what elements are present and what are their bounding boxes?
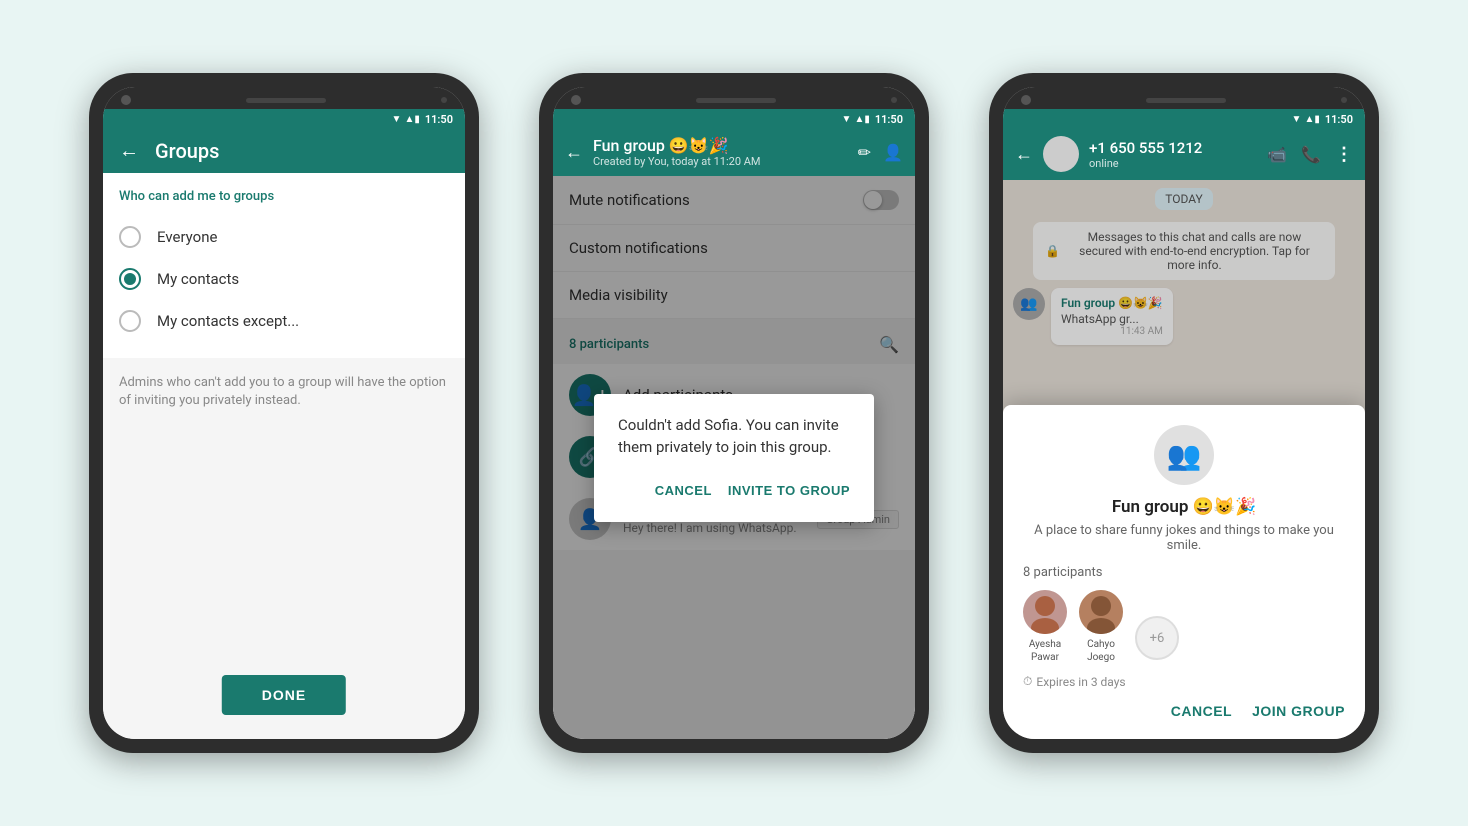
invite-expiry: ⏱ Expires in 3 days	[1023, 674, 1345, 689]
settings-note: Admins who can't add you to a group will…	[103, 358, 465, 426]
chat-header-icons: 📹 📞 ⋮	[1267, 144, 1353, 165]
speaker-bar-2	[696, 98, 776, 103]
dialog-text: Couldn't add Sofia. You can invite them …	[618, 414, 850, 459]
camera-dot-3	[1021, 95, 1031, 105]
signal-icon-2: ▲▮	[854, 114, 869, 125]
wifi-icon-3: ▼	[1292, 114, 1302, 125]
radio-my-contacts[interactable]	[119, 268, 141, 290]
phones-container: ▼ ▲▮ 11:50 ← Groups Who can add me to gr…	[89, 73, 1379, 753]
sensor-dot-3	[1341, 97, 1347, 103]
groups-content: Who can add me to groups Everyone My con…	[103, 173, 465, 739]
invite-group-icon: 👥	[1154, 425, 1214, 485]
done-btn-area: DONE	[222, 675, 346, 715]
back-button[interactable]: ←	[119, 138, 139, 163]
back-button-2[interactable]: ←	[565, 142, 583, 163]
everyone-label: Everyone	[157, 228, 217, 246]
option-everyone[interactable]: Everyone	[119, 216, 449, 258]
groups-header: ← Groups	[103, 128, 465, 173]
option-my-contacts[interactable]: My contacts	[119, 258, 449, 300]
status-bar-3: ▼ ▲▮ 11:50	[1003, 109, 1365, 128]
more-icon[interactable]: ⋮	[1335, 144, 1353, 165]
who-can-add-section: Who can add me to groups Everyone My con…	[103, 173, 465, 358]
chat-header: ← +1 650 555 1212 online 📹 📞 ⋮	[1003, 128, 1365, 180]
groups-title: Groups	[155, 139, 219, 163]
chat-area: TODAY 🔒 Messages to this chat and calls …	[1003, 180, 1365, 739]
status-bar-2: ▼ ▲▮ 11:50	[553, 109, 915, 128]
group-info-header: ← Fun group 😀😺🎉 Created by You, today at…	[553, 128, 915, 176]
sensor-dot	[441, 97, 447, 103]
phone-3: ▼ ▲▮ 11:50 ← +1 650 555 1212 online 📹 📞 …	[989, 73, 1379, 753]
contact-info: +1 650 555 1212 online	[1089, 139, 1257, 170]
more-avatars: +6	[1135, 616, 1179, 664]
invite-avatars: AyeshaPawar	[1023, 590, 1345, 664]
invite-actions: CANCEL JOIN GROUP	[1023, 703, 1345, 719]
invite-participants-label: 8 participants	[1023, 565, 1345, 580]
status-bar-1: ▼ ▲▮ 11:50	[103, 109, 465, 128]
invite-group-desc: A place to share funny jokes and things …	[1023, 523, 1345, 553]
sensor-dot-2	[891, 97, 897, 103]
header-icons: ✏ 👤	[858, 143, 903, 162]
video-icon[interactable]: 📹	[1267, 145, 1287, 164]
dialog-box: Couldn't add Sofia. You can invite them …	[594, 394, 874, 522]
contacts-except-label: My contacts except...	[157, 312, 299, 330]
avatar-cahyo-name: CahyoJoego	[1079, 638, 1123, 664]
join-group-button[interactable]: JOIN GROUP	[1252, 703, 1345, 719]
done-button[interactable]: DONE	[222, 675, 346, 715]
phone-icon[interactable]: 📞	[1301, 145, 1321, 164]
group-name: Fun group 😀😺🎉	[593, 136, 848, 155]
expiry-text: Expires in 3 days	[1036, 675, 1125, 689]
signal-icon-3: ▲▮	[1304, 114, 1319, 125]
edit-icon[interactable]: ✏	[858, 143, 871, 162]
radio-everyone[interactable]	[119, 226, 141, 248]
avatar-ayesha-name: AyeshaPawar	[1023, 638, 1067, 664]
group-info-content: Mute notifications Custom notifications …	[553, 176, 915, 739]
more-count-circle: +6	[1135, 616, 1179, 660]
contact-status: online	[1089, 157, 1257, 170]
phone-2: ▼ ▲▮ 11:50 ← Fun group 😀😺🎉 Created by Yo…	[539, 73, 929, 753]
dialog-buttons: CANCEL INVITE TO GROUP	[618, 479, 850, 502]
radio-contacts-except[interactable]	[119, 310, 141, 332]
camera-dot-2	[571, 95, 581, 105]
avatar-ayesha-circle	[1023, 590, 1067, 634]
time-display: 11:50	[425, 113, 453, 126]
signal-icon: ▲▮	[404, 114, 419, 125]
my-contacts-label: My contacts	[157, 270, 239, 288]
option-contacts-except[interactable]: My contacts except...	[119, 300, 449, 342]
clock-icon: ⏱	[1023, 674, 1032, 689]
speaker-bar	[246, 98, 326, 103]
dialog-overlay: Couldn't add Sofia. You can invite them …	[553, 176, 915, 739]
section-label: Who can add me to groups	[119, 189, 449, 204]
camera-dot	[121, 95, 131, 105]
group-name-header: Fun group 😀😺🎉 Created by You, today at 1…	[593, 136, 848, 168]
back-button-3[interactable]: ←	[1015, 144, 1033, 165]
contact-avatar	[1043, 136, 1079, 172]
invite-group-name: Fun group 😀😺🎉	[1023, 497, 1345, 517]
invite-cancel-button[interactable]: CANCEL	[1171, 703, 1232, 719]
group-created: Created by You, today at 11:20 AM	[593, 155, 848, 168]
add-participant-icon[interactable]: 👤	[883, 143, 903, 162]
invite-overlay: 👥 Fun group 😀😺🎉 A place to share funny j…	[1003, 180, 1365, 739]
avatar-ayesha: AyeshaPawar	[1023, 590, 1067, 664]
avatar-cahyo-circle	[1079, 590, 1123, 634]
dialog-invite-button[interactable]: INVITE TO GROUP	[728, 479, 850, 502]
avatar-cahyo: CahyoJoego	[1079, 590, 1123, 664]
contact-name: +1 650 555 1212	[1089, 139, 1257, 157]
phone-1: ▼ ▲▮ 11:50 ← Groups Who can add me to gr…	[89, 73, 479, 753]
invite-card: 👥 Fun group 😀😺🎉 A place to share funny j…	[1003, 405, 1365, 739]
time-display-3: 11:50	[1325, 113, 1353, 126]
dialog-cancel-button[interactable]: CANCEL	[655, 479, 712, 502]
wifi-icon-2: ▼	[842, 114, 852, 125]
speaker-bar-3	[1146, 98, 1226, 103]
time-display-2: 11:50	[875, 113, 903, 126]
wifi-icon: ▼	[392, 114, 402, 125]
